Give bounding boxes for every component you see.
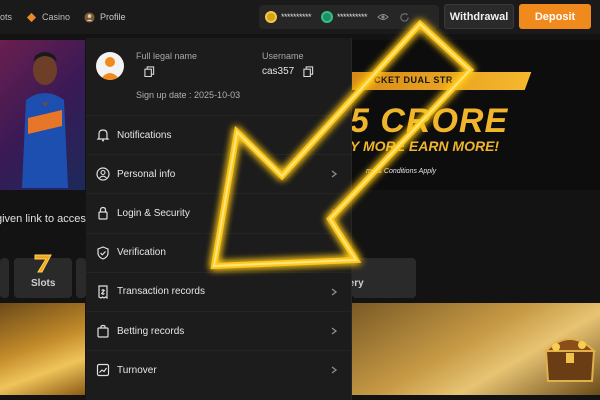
- cricketer-image: [22, 52, 68, 188]
- balance-box[interactable]: ********** **********: [259, 5, 439, 29]
- top-nav: lots Casino Profile ********** *********…: [0, 0, 600, 34]
- profile-dropdown: Full legal name Username cas357 Sign up …: [86, 38, 352, 400]
- menu-item-personal-info[interactable]: Personal info: [86, 154, 352, 193]
- bell-icon: [96, 129, 110, 142]
- chart-icon: [96, 364, 110, 377]
- promo-tagline: Y MORE EARN MORE!: [350, 138, 500, 154]
- gold-banner-right[interactable]: [352, 303, 600, 395]
- promo-terms: ms & Conditions Apply: [366, 168, 437, 175]
- category-tile-partial-2[interactable]: [76, 258, 86, 298]
- user-circle-icon: [96, 167, 110, 181]
- menu-label: Personal info: [117, 168, 176, 180]
- lock-icon: [98, 207, 108, 221]
- bonus-balance: **********: [337, 12, 368, 22]
- chevron-right-icon: [331, 327, 338, 335]
- withdrawal-button[interactable]: Withdrawal: [444, 4, 514, 29]
- avatar-icon: [84, 11, 95, 23]
- category-tile-partial[interactable]: [0, 258, 9, 298]
- nav-item-casino[interactable]: Casino: [26, 12, 70, 23]
- full-name-label: Full legal name: [136, 51, 198, 61]
- chevron-right-icon: [331, 366, 338, 374]
- menu-item-verification[interactable]: Verification: [86, 232, 352, 272]
- menu-label: Login & Security: [117, 207, 190, 219]
- menu-label: Turnover: [117, 364, 157, 376]
- menu-label: Notifications: [117, 129, 172, 141]
- profile-menu: Notifications Personal info Login & Secu…: [86, 115, 352, 389]
- menu-label: Verification: [117, 247, 166, 259]
- coin-icon: [265, 11, 277, 23]
- info-text: given link to access: [0, 213, 92, 225]
- nav-label-slots: lots: [0, 12, 13, 22]
- menu-item-transaction-records[interactable]: Transaction records: [86, 271, 352, 311]
- chevron-right-icon: [331, 288, 338, 296]
- nav-label-casino: Casino: [42, 12, 71, 22]
- casino-icon: [26, 12, 37, 22]
- category-label-slots: Slots: [31, 278, 56, 289]
- category-tile-lottery[interactable]: ttery: [342, 258, 416, 298]
- menu-item-turnover[interactable]: Turnover: [86, 350, 352, 389]
- profile-header: Full legal name Username cas357 Sign up …: [86, 38, 352, 110]
- gold-banner-left[interactable]: [0, 303, 85, 395]
- promo-banner-right[interactable]: CKET DUAL STR 5 CRORE Y MORE EARN MORE! …: [340, 40, 600, 190]
- menu-item-notifications[interactable]: Notifications: [86, 115, 352, 154]
- chevron-right-icon: [331, 209, 338, 217]
- receipt-icon: [98, 285, 108, 299]
- copy-icon[interactable]: [144, 66, 155, 77]
- category-tile-slots[interactable]: Slots: [14, 254, 72, 298]
- treasure-chest-icon: [543, 338, 597, 382]
- nav-item-profile[interactable]: Profile: [84, 11, 126, 23]
- category-row-rest: [420, 258, 600, 298]
- avatar: [96, 52, 124, 80]
- user-avatar-icon: [100, 57, 120, 80]
- signup-date: Sign up date : 2025-10-03: [136, 90, 241, 100]
- promo-headline: CKET DUAL STR: [374, 75, 453, 85]
- menu-item-login-security[interactable]: Login & Security: [86, 193, 352, 232]
- eye-icon[interactable]: [377, 12, 389, 22]
- deposit-button[interactable]: Deposit: [519, 4, 591, 29]
- username-label: Username: [262, 51, 304, 61]
- nav-item-slots[interactable]: lots: [0, 12, 12, 22]
- username-value: cas357: [262, 66, 295, 77]
- menu-item-betting-records[interactable]: Betting records: [86, 310, 352, 350]
- promo-banner-left[interactable]: [0, 40, 85, 190]
- slots-seven-icon: [34, 254, 52, 273]
- refresh-icon[interactable]: [399, 12, 410, 23]
- copy-icon[interactable]: [303, 66, 314, 77]
- nav-label-profile: Profile: [100, 12, 126, 22]
- bag-icon: [97, 324, 109, 338]
- menu-label: Transaction records: [117, 286, 205, 298]
- chevron-right-icon: [331, 170, 338, 178]
- promo-prize: 5 CRORE: [350, 102, 509, 140]
- shield-check-icon: [97, 246, 109, 260]
- main-balance: **********: [281, 12, 312, 22]
- menu-label: Betting records: [117, 325, 185, 337]
- bonus-coin-icon: [321, 11, 334, 23]
